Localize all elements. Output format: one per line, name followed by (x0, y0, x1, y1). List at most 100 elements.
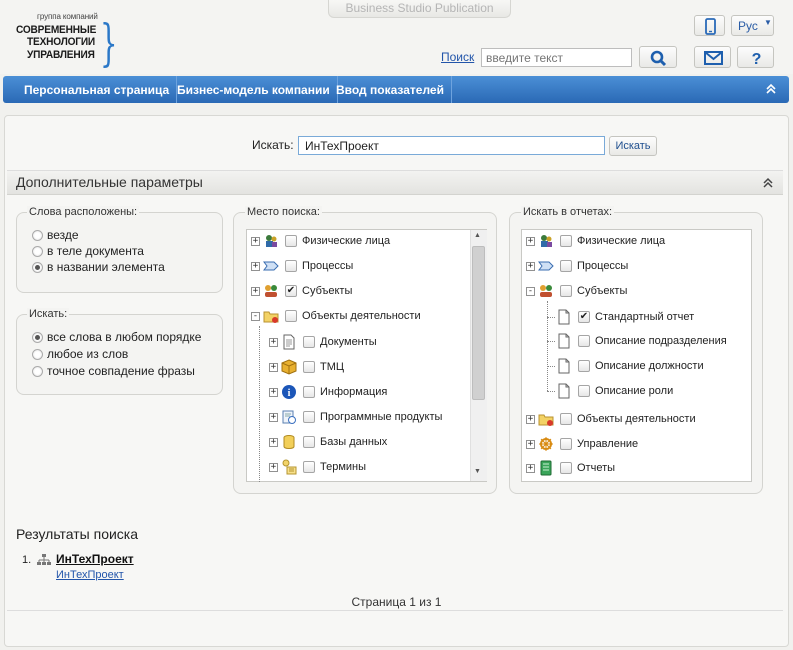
publication-tab: Business Studio Publication (328, 0, 511, 18)
checkbox[interactable] (303, 361, 315, 373)
top-search-input[interactable] (481, 48, 632, 67)
page-icon (556, 358, 572, 374)
reports-legend: Искать в отчетах: (521, 206, 615, 218)
radio-find_options-0[interactable] (32, 332, 43, 343)
expand-node-icon[interactable]: + (526, 261, 535, 271)
result-path-link[interactable]: ИнТехПроект (56, 569, 124, 581)
top-search-button[interactable] (639, 46, 677, 68)
collapse-node-icon[interactable]: - (251, 311, 260, 321)
radio-find_options-1[interactable] (32, 349, 43, 360)
search-input[interactable] (298, 136, 605, 155)
tree-node[interactable]: Описание подразделения (544, 332, 727, 350)
scroll-down-icon[interactable]: ▼ (474, 468, 481, 475)
tree-node[interactable]: + Управление (526, 435, 638, 453)
nav-item-personal-page[interactable]: Персональная страница (16, 76, 178, 103)
tree-node[interactable]: + Программные продукты (269, 408, 442, 426)
radio-find_options-2[interactable] (32, 366, 43, 377)
tree-node[interactable]: + Процессы (526, 257, 628, 275)
radio-words_options-1[interactable] (32, 246, 43, 257)
checkbox[interactable] (285, 310, 297, 322)
collapse-advanced-icon[interactable] (762, 177, 774, 189)
checkbox[interactable]: ✔ (285, 285, 297, 297)
tree-node[interactable]: Описание роли (544, 382, 673, 400)
checkbox[interactable] (285, 235, 297, 247)
tree-node[interactable]: - Субъекты (526, 282, 627, 300)
expand-node-icon[interactable]: + (269, 412, 278, 422)
checkbox[interactable] (578, 335, 590, 347)
tree-node-label: Субъекты (302, 285, 353, 297)
checkbox[interactable] (560, 462, 572, 474)
mail-button[interactable] (694, 46, 731, 68)
checkbox[interactable] (560, 260, 572, 272)
tree-node[interactable]: + Базы данных (269, 433, 387, 451)
logo-line-1: СОВРЕМЕННЫЕ (16, 24, 97, 36)
collapse-icon[interactable] (765, 83, 777, 95)
help-icon: ? (752, 51, 762, 68)
tree-node[interactable]: Описание должности (544, 357, 704, 375)
tree-node[interactable]: + ✔ Субъекты (251, 282, 352, 300)
tree-node[interactable]: + Физические лица (251, 232, 390, 250)
language-dropdown[interactable]: Рус ▼ (731, 15, 774, 36)
radio-words_options-0[interactable] (32, 230, 43, 241)
checkbox[interactable] (578, 360, 590, 372)
checkbox[interactable]: ✔ (578, 311, 590, 323)
expand-node-icon[interactable]: + (526, 414, 535, 424)
tree-node-label: Базы данных (320, 436, 388, 448)
tree-node[interactable]: + Отчеты (526, 459, 615, 477)
scroll-up-icon[interactable]: ▲ (474, 232, 481, 239)
expand-node-icon[interactable]: + (269, 362, 278, 372)
tree-node[interactable]: + Термины (269, 458, 366, 476)
search-button[interactable]: Искать (609, 136, 657, 156)
checkbox[interactable] (578, 385, 590, 397)
chevron-down-icon: ▼ (764, 18, 772, 27)
radio-label: любое из слов (47, 347, 129, 361)
checkbox[interactable] (303, 386, 315, 398)
nav-item-business-model[interactable]: Бизнес-модель компании (169, 76, 338, 103)
expand-node-icon[interactable]: + (526, 463, 535, 473)
nav-item-indicators[interactable]: Ввод показателей (328, 76, 452, 103)
tree-node-label: ТМЦ (320, 361, 345, 373)
checkbox[interactable] (560, 413, 572, 425)
expand-node-icon[interactable]: + (269, 462, 278, 472)
radio-label: в теле документа (47, 244, 144, 258)
checkbox[interactable] (303, 411, 315, 423)
expand-node-icon[interactable]: + (251, 261, 260, 271)
checkbox[interactable] (560, 235, 572, 247)
checkbox[interactable] (303, 336, 315, 348)
expand-node-icon[interactable]: + (269, 387, 278, 397)
search-link[interactable]: Поиск (441, 50, 474, 64)
expand-node-icon[interactable]: + (269, 437, 278, 447)
tree-node[interactable]: + Физические лица (526, 232, 665, 250)
radio-words_options-2[interactable] (32, 262, 43, 273)
page-icon (556, 383, 572, 399)
checkbox[interactable] (303, 461, 315, 473)
checkbox[interactable] (560, 438, 572, 450)
tree-node-label: Процессы (302, 260, 354, 272)
expand-node-icon[interactable]: + (269, 337, 278, 347)
logo-line-3: УПРАВЛЕНИЯ (27, 49, 95, 61)
scrollbar-thumb[interactable] (472, 246, 485, 400)
tree-node[interactable]: + Документы (269, 333, 377, 351)
tree-node[interactable]: + Процессы (251, 257, 353, 275)
help-button[interactable]: ? (737, 46, 774, 68)
checkbox[interactable] (285, 260, 297, 272)
mail-icon (704, 51, 723, 65)
mobile-button[interactable] (694, 15, 725, 36)
checkbox[interactable] (303, 436, 315, 448)
tree-node[interactable]: + Объекты деятельности (526, 410, 696, 428)
page-icon (556, 333, 572, 349)
expand-node-icon[interactable]: + (526, 236, 535, 246)
expand-node-icon[interactable]: + (526, 439, 535, 449)
expand-node-icon[interactable]: + (251, 286, 260, 296)
pager: Страница 1 из 1 (351, 595, 442, 609)
tree-node[interactable]: + i Информация (269, 383, 387, 401)
tree-node[interactable]: + ТМЦ (269, 358, 344, 376)
tree-node[interactable]: ✔ Стандартный отчет (544, 308, 694, 326)
collapse-node-icon[interactable]: - (526, 286, 535, 296)
result-title-link[interactable]: ИнТехПроект (56, 552, 134, 566)
expand-node-icon[interactable]: + (251, 236, 260, 246)
tree-node[interactable]: - Объекты деятельности (251, 307, 421, 325)
checkbox[interactable] (560, 285, 572, 297)
tree-node-label: Субъекты (577, 285, 628, 297)
terms-icon (281, 459, 297, 475)
